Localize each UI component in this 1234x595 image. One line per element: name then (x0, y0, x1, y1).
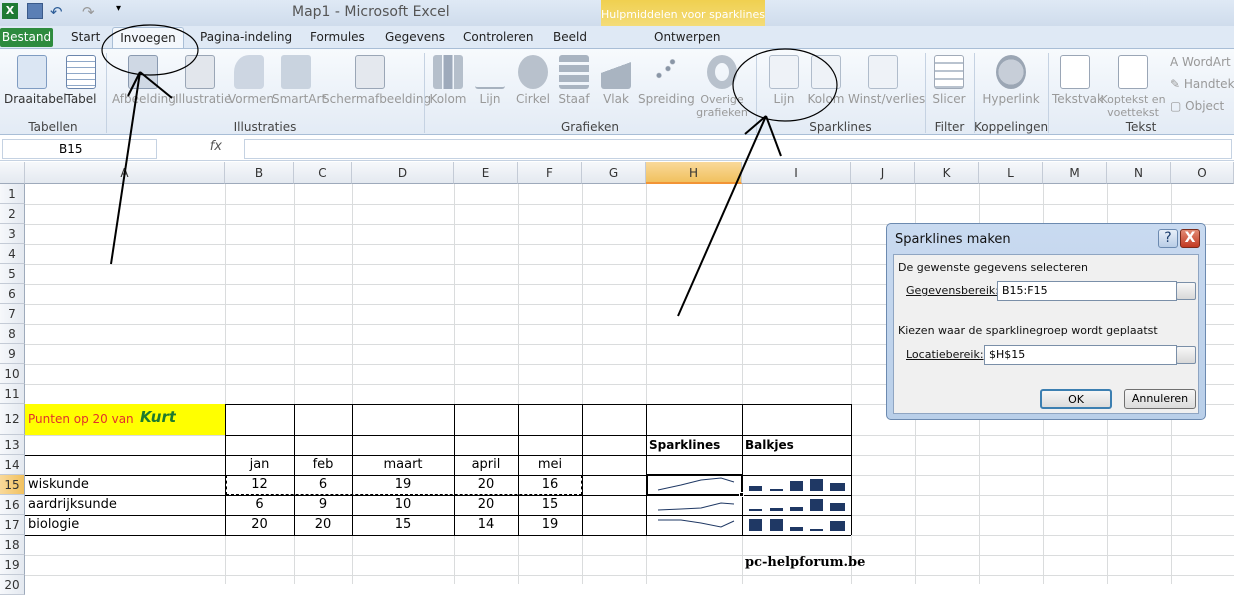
section-location-label: Kiezen waar de sparklinegroep wordt gepl… (898, 324, 1158, 337)
circle-annotation-sparklines (732, 48, 838, 122)
close-button[interactable]: X (1180, 229, 1200, 248)
arrowhead (765, 115, 782, 157)
data-range-input[interactable]: B15:F15 (997, 281, 1177, 301)
collapse-dialog-icon[interactable] (1176, 346, 1196, 364)
dialog-title: Sparklines maken (895, 232, 1011, 247)
data-range-label: Gegevensbereik: (906, 284, 999, 297)
cancel-button[interactable]: Annuleren (1124, 389, 1196, 409)
arrow-annotation-invoegen (110, 71, 141, 265)
location-range-label: Locatiebereik: (906, 348, 984, 361)
dialog-body: De gewenste gegevens selecteren Gegevens… (893, 254, 1199, 414)
ok-button[interactable]: OK (1040, 389, 1112, 409)
collapse-dialog-icon[interactable] (1176, 282, 1196, 300)
circle-annotation-invoegen (101, 24, 199, 76)
arrow-annotation-sparklines (677, 115, 767, 317)
help-button[interactable]: ? (1158, 229, 1178, 248)
arrowhead (139, 71, 173, 99)
location-range-input[interactable]: $H$15 (984, 345, 1177, 365)
sparklines-dialog: Sparklines maken ? X De gewenste gegeven… (886, 223, 1206, 420)
section-data-label: De gewenste gegevens selecteren (898, 261, 1088, 274)
